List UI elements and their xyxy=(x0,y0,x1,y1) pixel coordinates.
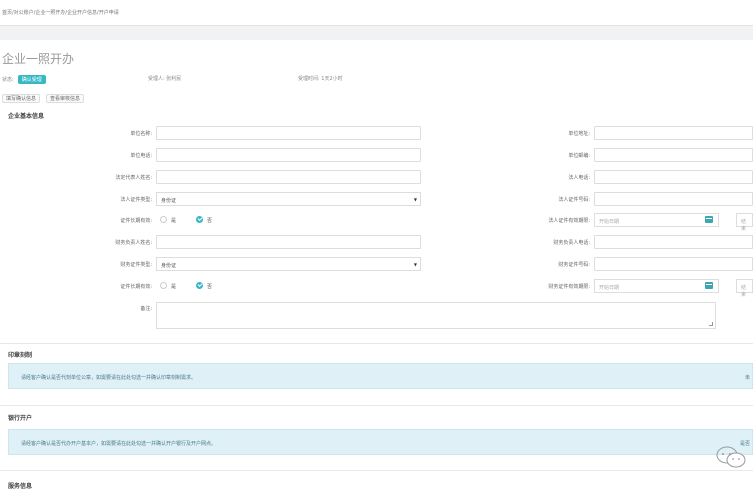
doc-longterm-label-2: 证件长期有效: xyxy=(120,284,152,290)
remark-label: 备注: xyxy=(140,306,152,312)
remark-textarea[interactable] xyxy=(156,302,716,329)
bank-notice: 请经客户确认是否代办开户基本户，如需要请在此处勾选一并确认开户银行及开户网点。 … xyxy=(8,429,753,455)
calendar-icon[interactable] xyxy=(705,282,713,289)
unit-name-input[interactable] xyxy=(156,126,421,140)
top-bar: 首页/对公账户/企业一照开办/企业开户信息/开户申请 xyxy=(0,0,753,26)
longterm2-yes-radio[interactable] xyxy=(160,282,167,289)
start-date-placeholder: 开始日期 xyxy=(599,285,620,291)
seal-notice-text: 请经客户确认是否代刻单位公章，如需要请在此处勾选一并确认印章刻制需求。 xyxy=(21,375,197,381)
fill-confirm-tab[interactable]: 填写确认信息 xyxy=(2,94,41,103)
unit-phone-label: 单位电话: xyxy=(130,153,152,159)
finance-name-input[interactable] xyxy=(156,235,421,249)
finance-phone-label: 财务负责人电话: xyxy=(553,240,590,246)
time-info: 受理时间: 1天2小时 xyxy=(298,76,343,82)
start-date-placeholder: 开始日期 xyxy=(599,219,620,225)
finance-doc-type-select[interactable]: 身份证 ▼ xyxy=(156,257,421,271)
finance-valid-start-date[interactable]: 开始日期 xyxy=(594,279,719,293)
seal-notice: 请经客户确认是否代刻单位公章，如需要请在此处勾选一并确认印章刻制需求。 未 xyxy=(8,363,753,389)
section-divider xyxy=(0,470,753,471)
legal-valid-start-date[interactable]: 开始日期 xyxy=(594,213,719,227)
legal-doc-type-value: 身份证 xyxy=(161,198,177,204)
agent-info: 受理人: 张利民 xyxy=(148,76,182,82)
legal-valid-end-date[interactable]: 结束 xyxy=(736,213,753,232)
status-label: 状态: xyxy=(2,77,14,83)
legal-name-label: 法定代表人姓名: xyxy=(115,175,152,181)
caret-down-icon: ▼ xyxy=(413,197,417,202)
view-review-tab[interactable]: 查看审核信息 xyxy=(46,94,85,103)
status-row: 状态: 确认受理 xyxy=(2,75,46,84)
legal-doc-no-input[interactable] xyxy=(594,192,753,206)
status-badge: 确认受理 xyxy=(17,75,46,84)
seal-heading: 印章刻制 xyxy=(8,352,33,359)
legal-doc-type-label: 法人证件类型: xyxy=(120,197,152,203)
unit-name-label: 单位名称: xyxy=(130,131,152,137)
caret-down-icon: ▼ xyxy=(413,262,417,267)
longterm-no-radio[interactable] xyxy=(196,216,203,223)
finance-doc-no-label: 财务证件号码: xyxy=(558,262,590,268)
page-title: 企业一照开办 xyxy=(2,52,75,66)
finance-doc-type-value: 身份证 xyxy=(161,263,177,269)
unit-phone-input[interactable] xyxy=(156,148,421,162)
wechat-logo-icon xyxy=(716,446,746,468)
longterm2-yes-label: 是 xyxy=(171,284,177,290)
calendar-icon[interactable] xyxy=(705,216,713,223)
longterm-no-label: 否 xyxy=(207,218,213,224)
longterm-yes-radio[interactable] xyxy=(160,216,167,223)
service-heading: 服务信息 xyxy=(8,483,33,490)
longterm2-no-radio[interactable] xyxy=(196,282,203,289)
finance-valid-end-date[interactable]: 结束 xyxy=(736,279,753,298)
legal-phone-input[interactable] xyxy=(594,170,753,184)
legal-name-input[interactable] xyxy=(156,170,421,184)
unit-address-label: 单位地址: xyxy=(568,131,590,137)
doc-longterm-label: 证件长期有效: xyxy=(120,218,152,224)
seal-notice-right[interactable]: 未 xyxy=(745,374,750,381)
basic-info-heading: 企业基本信息 xyxy=(8,113,45,120)
section-divider xyxy=(0,405,753,406)
unit-zip-input[interactable] xyxy=(594,148,753,162)
end-date-placeholder: 结束 xyxy=(741,285,747,298)
legal-doc-type-select[interactable]: 身份证 ▼ xyxy=(156,192,421,206)
longterm-yes-label: 是 xyxy=(171,218,177,224)
unit-address-input[interactable] xyxy=(594,126,753,140)
finance-phone-input[interactable] xyxy=(594,235,753,249)
breadcrumb: 首页/对公账户/企业一照开办/企业开户信息/开户申请 xyxy=(2,10,119,16)
finance-doc-type-label: 财务证件类型: xyxy=(120,262,152,268)
resize-grip-icon[interactable] xyxy=(709,322,713,326)
section-divider xyxy=(0,343,753,344)
legal-doc-valid-label: 法人证件有效期限: xyxy=(548,218,590,224)
finance-doc-valid-label: 财务证件有效期限: xyxy=(548,284,590,290)
longterm2-no-label: 否 xyxy=(207,284,213,290)
bank-notice-text: 请经客户确认是否代办开户基本户，如需要请在此处勾选一并确认开户银行及开户网点。 xyxy=(21,441,217,447)
end-date-placeholder: 结束 xyxy=(741,219,747,232)
legal-doc-no-label: 法人证件号码: xyxy=(558,197,590,203)
legal-phone-label: 法人电话: xyxy=(568,175,590,181)
finance-doc-no-input[interactable] xyxy=(594,257,753,271)
bank-heading: 银行开户 xyxy=(8,415,33,422)
finance-name-label: 财务负责人姓名: xyxy=(115,240,152,246)
unit-zip-label: 单位邮编: xyxy=(568,153,590,159)
